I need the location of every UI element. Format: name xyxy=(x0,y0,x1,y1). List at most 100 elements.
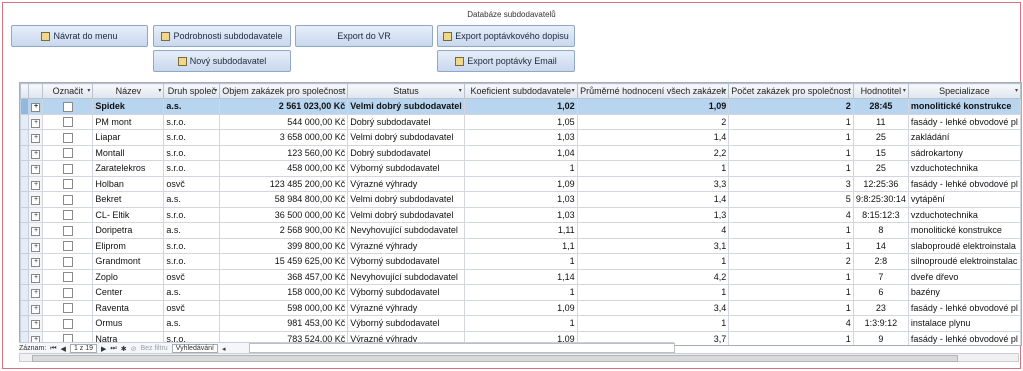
cell-n-zev[interactable]: Spidek xyxy=(92,98,165,115)
record-selector[interactable] xyxy=(20,144,30,161)
cell-status[interactable]: Nevyhovující subdodavatel xyxy=(347,222,465,239)
export-vr-button[interactable]: Export do VR xyxy=(295,25,433,47)
cell-objem-zak-zek-pro-spole-nost[interactable]: 123 485 200,00 Kč xyxy=(219,175,349,192)
record-selector[interactable] xyxy=(20,315,30,332)
record-position-input[interactable]: 1 z 19 xyxy=(69,344,98,353)
cell-hodnotitel[interactable]: 23 xyxy=(852,299,909,316)
cell-status[interactable]: Výborný subdodavatel xyxy=(347,315,465,332)
cell-objem-zak-zek-pro-spole-nost[interactable]: 2 568 900,00 Kč xyxy=(219,222,349,239)
cell-specializace[interactable]: vzduchotechnika xyxy=(907,160,1021,177)
cell-hodnotitel[interactable]: 7 xyxy=(852,268,909,285)
cell-druh-spole-[interactable]: osvč xyxy=(163,299,221,316)
cell-hodnotitel[interactable]: 2:8 xyxy=(852,253,909,270)
new-record-icon[interactable]: ✱ xyxy=(121,345,127,353)
cell-po-et-zak-zek-pro-spole-nost[interactable]: 1 xyxy=(728,129,854,146)
cell-koeficient-subdodavatele[interactable]: 1,03 xyxy=(463,129,578,146)
cell-po-et-zak-zek-pro-spole-nost[interactable]: 1 xyxy=(728,268,854,285)
cell-objem-zak-zek-pro-spole-nost[interactable]: 36 500 000,00 Kč xyxy=(219,206,349,223)
scroll-left-icon[interactable]: ◂ xyxy=(222,345,226,353)
column-header-3[interactable]: Objem zakázek pro společnost ▾ xyxy=(219,83,349,99)
cell-po-et-zak-zek-pro-spole-nost[interactable]: 1 xyxy=(728,330,854,345)
back-to-menu-button[interactable]: Návrat do menu xyxy=(11,25,148,47)
cell-pr-m-rn-hodnocen-v-ech-zak-zek[interactable]: 1,3 xyxy=(576,206,730,223)
cell-status[interactable]: Dobrý subdodavatel xyxy=(347,113,465,130)
cell-status[interactable]: Dobrý subdodavatel xyxy=(347,144,465,161)
expand-row-cell[interactable]: + xyxy=(28,268,44,285)
cell-hodnotitel[interactable]: 9 xyxy=(852,330,909,345)
inner-horizontal-scrollbar[interactable] xyxy=(249,343,675,353)
expand-row-cell[interactable]: + xyxy=(28,284,44,301)
expand-icon[interactable]: + xyxy=(31,242,41,252)
table-row[interactable]: + Doripetra a.s. 2 568 900,00 Kč Nevyhovujíc… xyxy=(20,222,1021,239)
expand-row-cell[interactable]: + xyxy=(28,222,44,239)
cell-pr-m-rn-hodnocen-v-ech-zak-zek[interactable]: 1,4 xyxy=(576,129,730,146)
select-all-corner[interactable] xyxy=(20,83,30,99)
mark-checkbox[interactable] xyxy=(62,287,73,298)
table-row[interactable]: + Montall s.r.o. 123 560,00 Kč Dobrý subdoda… xyxy=(20,144,1021,161)
sort-arrow-icon[interactable]: ▾ xyxy=(158,87,161,94)
cell-status[interactable]: Velmi dobrý subdodavatel xyxy=(347,129,465,146)
sort-arrow-icon[interactable]: ▾ xyxy=(459,87,462,94)
cell-n-zev[interactable]: Center xyxy=(92,284,165,301)
cell-druh-spole-[interactable]: a.s. xyxy=(163,98,221,115)
cell-po-et-zak-zek-pro-spole-nost[interactable]: 2 xyxy=(728,98,854,115)
cell-druh-spole-[interactable]: s.r.o. xyxy=(163,160,221,177)
cell-status[interactable]: Výrazné výhrady xyxy=(347,175,465,192)
cell-po-et-zak-zek-pro-spole-nost[interactable]: 4 xyxy=(728,315,854,332)
record-selector[interactable] xyxy=(20,175,30,192)
cell-hodnotitel[interactable]: 25 xyxy=(852,160,909,177)
cell-specializace[interactable]: fasády - lehké obvodové pl xyxy=(907,330,1021,345)
expand-row-cell[interactable]: + xyxy=(28,206,44,223)
cell-specializace[interactable]: dveře dřevo xyxy=(907,268,1021,285)
mark-checkbox[interactable] xyxy=(62,148,73,159)
cell-objem-zak-zek-pro-spole-nost[interactable]: 15 459 625,00 Kč xyxy=(219,253,349,270)
cell-pr-m-rn-hodnocen-v-ech-zak-zek[interactable]: 3,4 xyxy=(576,299,730,316)
mark-checkbox[interactable] xyxy=(62,318,73,329)
cell-koeficient-subdodavatele[interactable]: 1,05 xyxy=(463,113,578,130)
sort-arrow-icon[interactable]: ▾ xyxy=(342,87,345,94)
cell-druh-spole-[interactable]: s.r.o. xyxy=(163,129,221,146)
cell-hodnotitel[interactable]: 11 xyxy=(852,113,909,130)
cell-specializace[interactable]: vzduchotechnika xyxy=(907,206,1021,223)
cell-objem-zak-zek-pro-spole-nost[interactable]: 544 000,00 Kč xyxy=(219,113,349,130)
cell-po-et-zak-zek-pro-spole-nost[interactable]: 1 xyxy=(728,299,854,316)
cell-druh-spole-[interactable]: osvč xyxy=(163,175,221,192)
cell-status[interactable]: Velmi dobrý subdodavatel xyxy=(347,206,465,223)
table-row[interactable]: + Spidek a.s. 2 561 023,00 Kč Velmi dobrý su… xyxy=(20,98,1021,115)
expand-row-cell[interactable]: + xyxy=(28,113,44,130)
cell-po-et-zak-zek-pro-spole-nost[interactable]: 4 xyxy=(728,206,854,223)
mark-checkbox[interactable] xyxy=(62,256,73,267)
scrollbar-thumb[interactable] xyxy=(32,355,958,362)
column-header-6[interactable]: Průměrné hodnocení všech zakázek ▾ xyxy=(576,83,730,99)
expand-row-cell[interactable]: + xyxy=(28,299,44,316)
cell-pr-m-rn-hodnocen-v-ech-zak-zek[interactable]: 1 xyxy=(576,160,730,177)
cell-objem-zak-zek-pro-spole-nost[interactable]: 158 000,00 Kč xyxy=(219,284,349,301)
cell-hodnotitel[interactable]: 8:15:12:3 xyxy=(852,206,909,223)
cell-objem-zak-zek-pro-spole-nost[interactable]: 368 457,00 Kč xyxy=(219,268,349,285)
expand-icon[interactable]: + xyxy=(31,165,41,175)
cell-n-zev[interactable]: Grandmont xyxy=(92,253,165,270)
cell-status[interactable]: Velmi dobrý subdodavatel xyxy=(347,191,465,208)
cell-po-et-zak-zek-pro-spole-nost[interactable]: 1 xyxy=(728,237,854,254)
record-selector[interactable] xyxy=(20,222,30,239)
subcontractor-details-button[interactable]: Podrobnosti subdodavatele xyxy=(153,25,291,47)
cell-koeficient-subdodavatele[interactable]: 1,14 xyxy=(463,268,578,285)
cell-po-et-zak-zek-pro-spole-nost[interactable]: 5 xyxy=(728,191,854,208)
sort-arrow-icon[interactable]: ▾ xyxy=(572,87,575,94)
cell-status[interactable]: Výborný subdodavatel xyxy=(347,253,465,270)
cell-status[interactable]: Velmi dobrý subdodavatel xyxy=(347,98,465,115)
cell-druh-spole-[interactable]: s.r.o. xyxy=(163,144,221,161)
cell-druh-spole-[interactable]: a.s. xyxy=(163,222,221,239)
expand-icon[interactable]: + xyxy=(31,211,41,221)
cell-hodnotitel[interactable]: 14 xyxy=(852,237,909,254)
cell-n-zev[interactable]: Raventa xyxy=(92,299,165,316)
expand-row-cell[interactable]: + xyxy=(28,191,44,208)
expand-icon[interactable]: + xyxy=(31,320,41,330)
cell-specializace[interactable]: vytápění xyxy=(907,191,1021,208)
record-selector[interactable] xyxy=(20,206,30,223)
mark-checkbox[interactable] xyxy=(62,210,73,221)
cell-n-zev[interactable]: CL- Eltik xyxy=(92,206,165,223)
record-selector[interactable] xyxy=(20,98,30,115)
cell-koeficient-subdodavatele[interactable]: 1,11 xyxy=(463,222,578,239)
new-subcontractor-button[interactable]: Nový subdodavatel xyxy=(153,50,291,72)
